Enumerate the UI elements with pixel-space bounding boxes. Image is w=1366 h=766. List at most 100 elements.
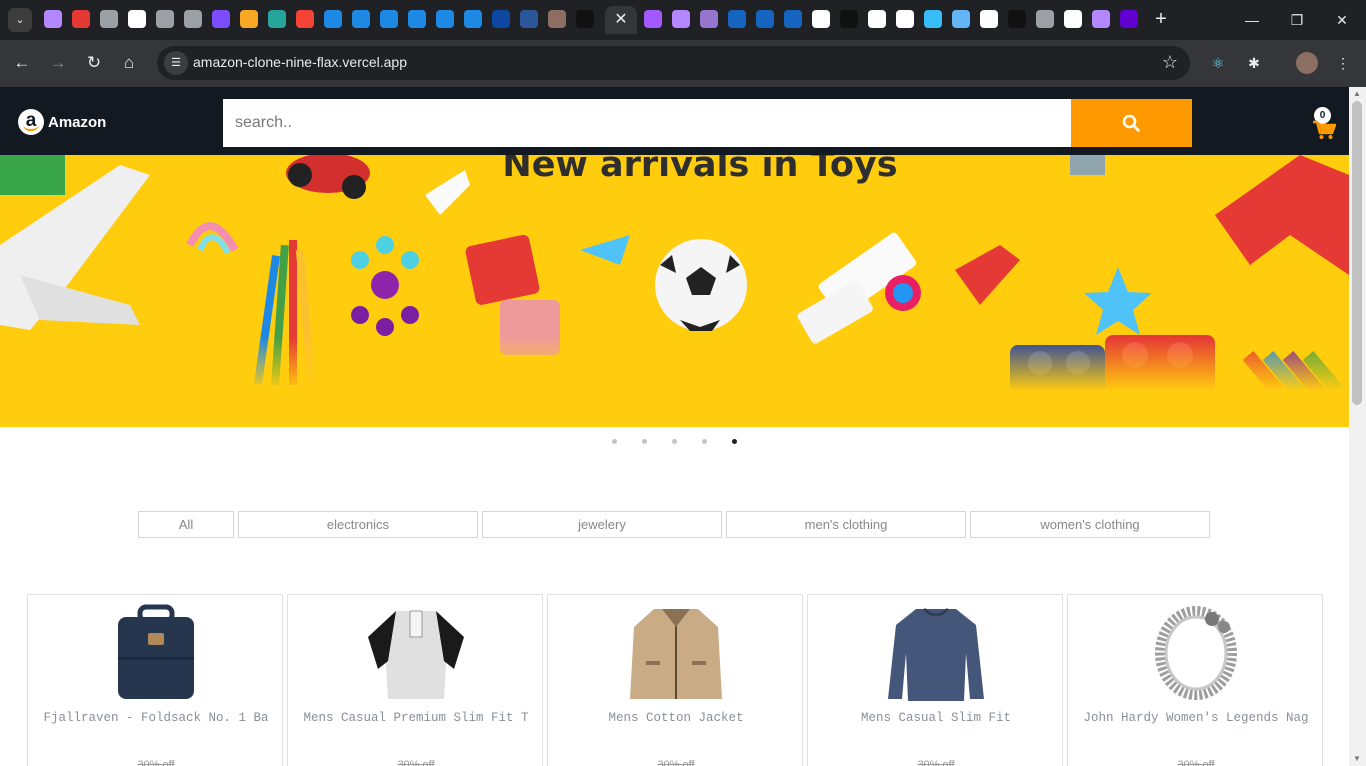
blue-plane-toy [580,235,630,265]
browser-tab-favicon-icon[interactable] [240,10,258,28]
scroll-down-arrow-icon[interactable]: ▼ [1352,755,1362,763]
extensions-puzzle-icon[interactable]: ✱ [1243,52,1265,74]
browser-tab-favicon-icon[interactable] [44,10,62,28]
product-discount: 30% off [657,759,695,766]
scrollbar-thumb[interactable] [1352,101,1362,405]
browser-tab-favicon-icon[interactable] [1064,10,1082,28]
site-info-icon[interactable]: ☰ [164,51,188,75]
browser-tab-favicon-icon[interactable] [492,10,510,28]
carousel-dot[interactable] [612,439,617,444]
browser-tab-favicon-icon[interactable] [1092,10,1110,28]
carousel-dot[interactable] [732,439,737,444]
minimize-window-button[interactable]: — [1240,8,1264,32]
product-card[interactable]: John Hardy Women's Legends Nag 30% off [1067,594,1323,766]
browser-tab-favicon-icon[interactable] [184,10,202,28]
red-rocket-toy [955,245,1020,305]
browser-tab-favicon-icon[interactable] [980,10,998,28]
category-filter-button[interactable]: All [138,511,234,538]
reload-button[interactable]: ↻ [83,52,105,74]
search-icon [1122,114,1140,132]
browser-tab-favicon-icon[interactable] [1008,10,1026,28]
browser-tab-favicon-icon[interactable] [268,10,286,28]
browser-tab-favicon-icon[interactable] [1036,10,1054,28]
browser-tab-favicon-icon[interactable] [728,10,746,28]
browser-tab-favicon-icon[interactable] [72,10,90,28]
forward-button[interactable]: → [47,52,69,74]
close-tab-button[interactable]: ✕ [605,6,637,34]
browser-tab-favicon-icon[interactable] [408,10,426,28]
bookmark-star-icon[interactable]: ☆ [1162,52,1178,72]
browser-tab-favicon-icon[interactable] [952,10,970,28]
back-button[interactable]: ← [11,52,33,74]
browser-tab-favicon-icon[interactable] [896,10,914,28]
product-image[interactable] [1146,603,1246,703]
browser-tab-favicon-icon[interactable] [700,10,718,28]
browser-menu-icon[interactable]: ⋮ [1332,52,1354,74]
browser-tab-favicon-icon[interactable] [156,10,174,28]
browser-tab-favicon-icon[interactable] [812,10,830,28]
browser-tab-favicon-icon[interactable] [1120,10,1138,28]
site-header: a Amazon 0 [0,87,1349,155]
browser-tab-favicon-icon[interactable] [296,10,314,28]
search-button[interactable] [1071,99,1192,147]
close-window-button[interactable]: ✕ [1330,8,1354,32]
amazon-logo[interactable]: a Amazon [18,109,106,135]
cart-button[interactable]: 0 [1311,107,1337,141]
url-text[interactable]: amazon-clone-nine-flax.vercel.app [193,54,407,70]
browser-tab-favicon-icon[interactable] [520,10,538,28]
react-devtools-extension-icon[interactable]: ⚛ [1207,52,1229,74]
product-image[interactable] [106,603,206,703]
browser-tab-favicon-icon[interactable] [352,10,370,28]
shopping-cart-icon [1313,120,1336,139]
category-filter-button[interactable]: women's clothing [970,511,1210,538]
category-filter-button[interactable]: jewelery [482,511,722,538]
product-card[interactable]: Fjallraven - Foldsack No. 1 Ba 30% off [27,594,283,766]
browser-tab-favicon-icon[interactable] [756,10,774,28]
product-card[interactable]: Mens Cotton Jacket 30% off [547,594,803,766]
product-title[interactable]: Fjallraven - Foldsack No. 1 Ba [36,711,276,725]
product-title[interactable]: Mens Cotton Jacket [556,711,796,725]
search-input[interactable] [223,99,1071,147]
logo-text: Amazon [48,113,107,131]
browser-tab-favicon-icon[interactable] [784,10,802,28]
category-filter-button[interactable]: men's clothing [726,511,966,538]
product-image[interactable] [886,603,986,703]
carousel-dot[interactable] [702,439,707,444]
home-button[interactable]: ⌂ [118,52,140,74]
browser-tab-favicon-icon[interactable] [380,10,398,28]
browser-tab-favicon-icon[interactable] [840,10,858,28]
browser-tab-favicon-icon[interactable] [128,10,146,28]
new-tab-button[interactable]: + [1150,8,1172,30]
browser-tab-favicon-icon[interactable] [576,10,594,28]
carousel-dot[interactable] [642,439,647,444]
product-title[interactable]: Mens Casual Premium Slim Fit T [296,711,536,725]
star-toy [1084,267,1152,335]
browser-tab-favicon-icon[interactable] [324,10,342,28]
browser-tab-favicon-icon[interactable] [868,10,886,28]
product-discount: 30% off [1177,759,1215,766]
browser-tab-favicon-icon[interactable] [644,10,662,28]
address-bar[interactable]: ☰ amazon-clone-nine-flax.vercel.app ☆ [157,46,1190,80]
product-title[interactable]: John Hardy Women's Legends Nag [1076,711,1316,725]
browser-tab-favicon-icon[interactable] [212,10,230,28]
browser-tab-favicon-icon[interactable] [100,10,118,28]
browser-tab-favicon-icon[interactable] [672,10,690,28]
product-image[interactable] [626,603,726,703]
carousel-dot[interactable] [672,439,677,444]
category-filter-button[interactable]: electronics [238,511,478,538]
hero-carousel-banner[interactable]: New arrivals in Toys [0,155,1349,427]
snowflake-toy [351,236,419,336]
scroll-up-arrow-icon[interactable]: ▲ [1352,90,1362,98]
product-card[interactable]: Mens Casual Slim Fit 30% off [807,594,1063,766]
restore-window-button[interactable]: ❐ [1285,8,1309,32]
browser-tab-favicon-icon[interactable] [548,10,566,28]
tab-search-menu-button[interactable]: ⌄ [8,8,32,32]
browser-tab-favicon-icon[interactable] [924,10,942,28]
product-image[interactable] [366,603,466,703]
browser-tab-favicon-icon[interactable] [436,10,454,28]
page-scrollbar[interactable]: ▲ ▼ [1349,87,1366,766]
profile-avatar[interactable] [1296,52,1318,74]
product-card[interactable]: Mens Casual Premium Slim Fit T 30% off [287,594,543,766]
product-title[interactable]: Mens Casual Slim Fit [816,711,1056,725]
browser-tab-favicon-icon[interactable] [464,10,482,28]
